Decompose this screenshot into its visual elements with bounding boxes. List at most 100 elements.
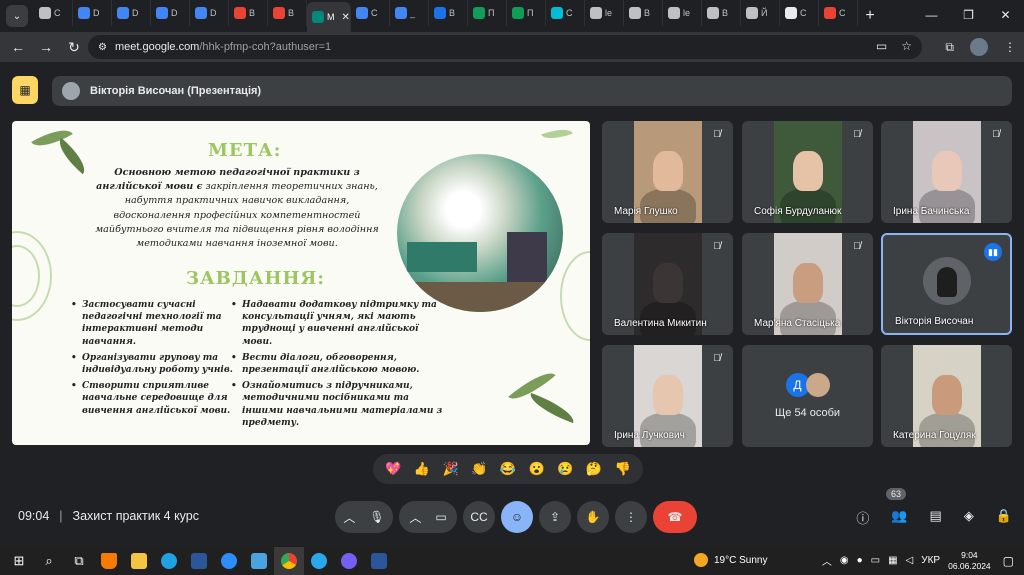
chat-icon[interactable]: ▤ xyxy=(930,508,942,527)
reaction-emoji[interactable]: 👏 xyxy=(471,461,487,477)
chevron-up-icon[interactable]: ︿ xyxy=(822,553,832,568)
participant-tile[interactable]: 🎙̸ Валентина Микитин xyxy=(602,233,733,335)
word-icon[interactable] xyxy=(364,547,394,575)
browser-tab[interactable]: C xyxy=(351,0,390,26)
leave-call-button[interactable]: ☎ xyxy=(653,501,697,533)
volume-icon[interactable]: ◁ xyxy=(906,555,914,566)
close-window-button[interactable]: ✕ xyxy=(987,0,1024,30)
tray-app-icon[interactable]: ● xyxy=(857,555,863,566)
reaction-emoji[interactable]: 🎉 xyxy=(443,461,459,477)
browser-tab[interactable]: C xyxy=(546,0,585,26)
present-screen-icon: ⇪ xyxy=(549,510,561,524)
zoom-icon[interactable] xyxy=(214,547,244,575)
language-indicator[interactable]: УКР xyxy=(921,555,940,566)
browser-tab[interactable]: B xyxy=(624,0,663,26)
avatar-silhouette xyxy=(936,267,957,297)
extensions-icon[interactable]: ⧉ xyxy=(945,40,954,55)
participant-tile[interactable]: 🎙̸ Софія Бурдуланюк xyxy=(742,121,873,223)
site-settings-icon[interactable]: ⚙ xyxy=(98,42,107,53)
address-bar[interactable]: ⚙ meet.google.com/hhk-pfmp-coh?authuser=… xyxy=(88,35,922,59)
raise-hand-button[interactable]: ✋ xyxy=(577,501,609,533)
browser-tab[interactable]: B xyxy=(429,0,468,26)
reaction-emoji[interactable]: 💖 xyxy=(385,461,401,477)
weather-widget[interactable]: 19°C Sunny xyxy=(694,553,767,567)
browser-tab[interactable]: П xyxy=(468,0,507,26)
forward-button[interactable]: → xyxy=(32,39,60,55)
camera-in-use-icon[interactable]: ▭ xyxy=(876,39,887,53)
browser-tab[interactable]: le xyxy=(585,0,624,26)
maximize-button[interactable]: ❐ xyxy=(950,0,987,30)
photos-icon[interactable] xyxy=(244,547,274,575)
browser-tab[interactable]: M ✕ xyxy=(307,2,351,32)
browser-tab[interactable]: C xyxy=(819,0,858,26)
browser-tab[interactable]: D xyxy=(112,0,151,26)
chevron-up-icon[interactable]: ︿ xyxy=(409,509,421,526)
browser-tab[interactable]: _ xyxy=(390,0,429,26)
tab-label: le xyxy=(683,8,691,18)
info-icon[interactable]: ⓘ xyxy=(856,508,869,527)
reaction-emoji[interactable]: 🤔 xyxy=(586,461,602,477)
chevron-up-icon[interactable]: ︿ xyxy=(343,509,355,526)
browser-tab[interactable]: B xyxy=(268,0,307,26)
reaction-emoji[interactable]: 😂 xyxy=(500,461,516,477)
people-icon[interactable]: 👥 xyxy=(891,508,907,527)
participant-tile[interactable]: 🎙̸ Ірина Бачинська xyxy=(881,121,1012,223)
bookmark-star-icon[interactable]: ☆ xyxy=(901,39,912,53)
browser-tab[interactable]: le xyxy=(663,0,702,26)
notifications-icon[interactable]: ▢ xyxy=(1003,554,1014,568)
reaction-emoji[interactable]: 👍 xyxy=(414,461,430,477)
participant-tile[interactable]: 🎙̸ Мар'яна Стасіцька xyxy=(742,233,873,335)
chrome-icon[interactable] xyxy=(274,546,304,575)
browser-tab[interactable]: D xyxy=(151,0,190,26)
vlc-icon[interactable] xyxy=(94,547,124,575)
stop-presenting-icon[interactable]: ▦ xyxy=(12,76,38,104)
tab-search-dropdown[interactable]: ⌄ xyxy=(6,5,28,27)
viber-icon[interactable] xyxy=(334,547,364,575)
more-options-button[interactable]: ⋮ xyxy=(615,501,647,533)
host-controls-icon[interactable]: 🔒 xyxy=(996,508,1012,527)
captions-button[interactable]: CC xyxy=(463,501,495,533)
present-button[interactable]: ⇪ xyxy=(539,501,571,533)
browser-tab[interactable]: B xyxy=(229,0,268,26)
video-camera-icon[interactable]: ▭ xyxy=(435,510,446,524)
browser-tab[interactable]: D xyxy=(190,0,229,26)
participant-tile[interactable]: ▮▮ Вікторія Височан xyxy=(881,233,1012,335)
clock[interactable]: 9:04 06.06.2024 xyxy=(948,550,991,572)
participant-tile[interactable]: Катерина Гоцуляк xyxy=(881,345,1012,447)
participant-tile[interactable]: 🎙̸ Марія Глушко xyxy=(602,121,733,223)
reaction-emoji[interactable]: 👎 xyxy=(614,461,630,477)
microphone-control[interactable]: ︿ 🎙 xyxy=(335,501,393,533)
reaction-emoji[interactable]: 😢 xyxy=(557,461,573,477)
reaction-emoji[interactable]: 😮 xyxy=(529,461,545,477)
network-icon[interactable]: ▦ xyxy=(888,555,897,566)
camera-control[interactable]: ︿ ▭ xyxy=(399,501,457,533)
task-view-icon[interactable]: ⧉ xyxy=(64,547,94,575)
windows-start-icon[interactable]: ⊞ xyxy=(4,547,34,575)
reactions-button[interactable]: ☺ xyxy=(501,501,533,533)
word-icon[interactable] xyxy=(184,547,214,575)
file-explorer-icon[interactable] xyxy=(124,547,154,575)
browser-tab[interactable]: B xyxy=(702,0,741,26)
telegram-icon[interactable] xyxy=(304,547,334,575)
browser-tab[interactable]: П xyxy=(507,0,546,26)
back-button[interactable]: ← xyxy=(4,39,32,55)
browser-tab[interactable]: Й xyxy=(741,0,780,26)
search-icon[interactable]: ⌕ xyxy=(34,547,64,575)
menu-icon[interactable]: ⋮ xyxy=(1004,40,1016,54)
leaf-decoration xyxy=(526,392,578,424)
browser-tab[interactable]: C xyxy=(34,0,73,26)
browser-tab[interactable]: D xyxy=(73,0,112,26)
participant-tile[interactable]: 🎙̸ Ірина Лучкович xyxy=(602,345,733,447)
edge-icon[interactable] xyxy=(154,547,184,575)
battery-icon[interactable]: ▭ xyxy=(871,555,880,566)
microphone-icon[interactable]: 🎙 xyxy=(369,510,384,524)
minimize-button[interactable]: — xyxy=(913,0,950,30)
close-tab-icon[interactable]: ✕ xyxy=(342,12,350,23)
browser-tab[interactable]: C xyxy=(780,0,819,26)
profile-avatar[interactable] xyxy=(970,38,988,56)
activities-icon[interactable]: ◈ xyxy=(964,508,974,527)
tray-app-icon[interactable]: ◉ xyxy=(840,555,849,566)
new-tab-button[interactable]: + xyxy=(858,7,882,25)
reload-button[interactable]: ↻ xyxy=(60,39,88,56)
participant-tile[interactable]: Д Ще 54 особи xyxy=(742,345,873,447)
